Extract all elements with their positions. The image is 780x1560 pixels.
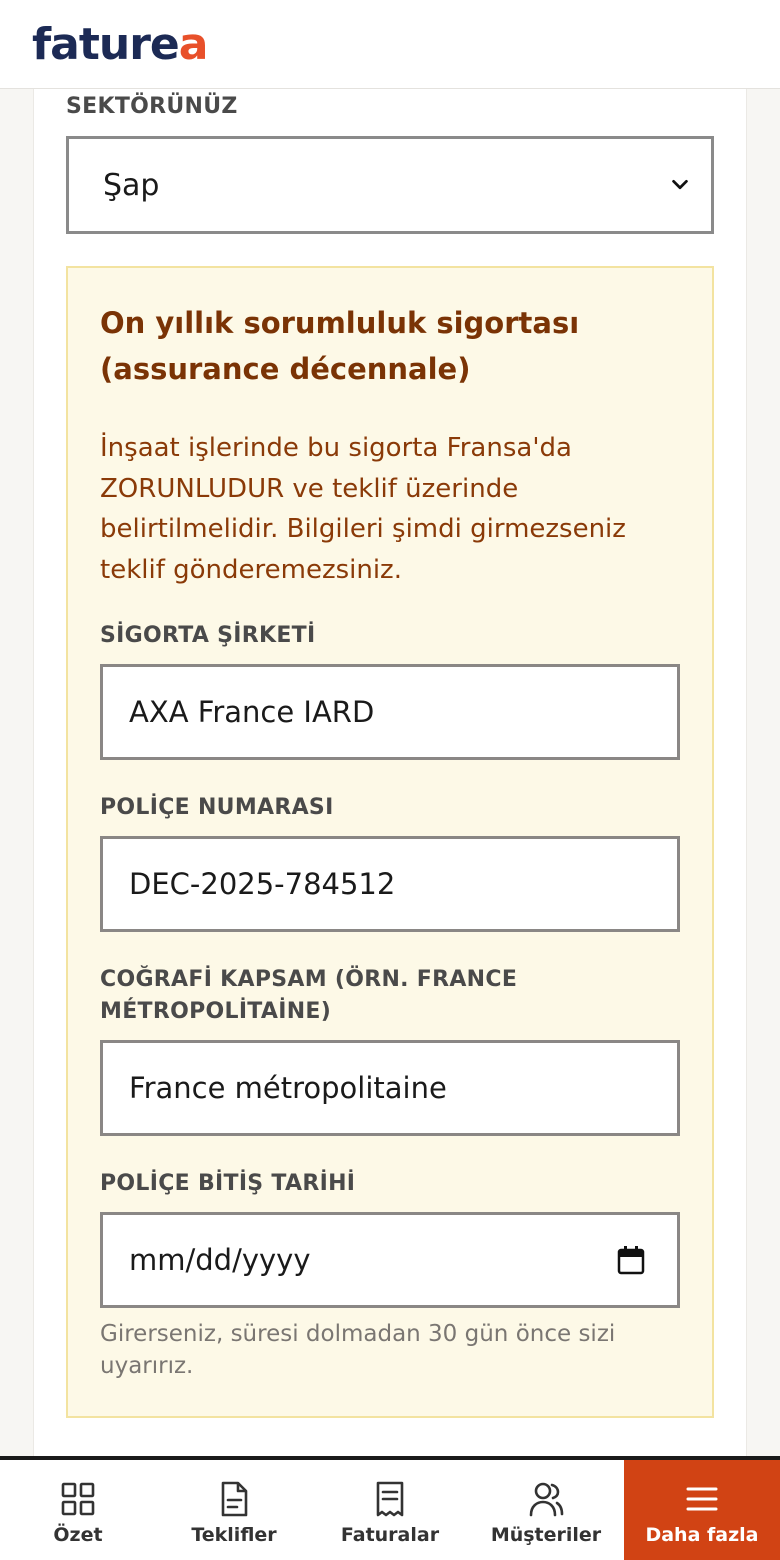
nav-label: Daha fazla xyxy=(645,1524,759,1546)
policy-expiry-label: POLİÇE BİTİŞ TARİHİ xyxy=(100,1171,356,1196)
calendar-icon[interactable] xyxy=(617,1245,645,1275)
nav-label: Özet xyxy=(53,1524,103,1546)
policy-number-label: POLİÇE NUMARASI xyxy=(100,795,334,820)
sector-label: SEKTÖRÜNÜZ xyxy=(66,94,238,119)
nav-label: Faturalar xyxy=(340,1524,440,1546)
logo-main: fature xyxy=(32,18,180,70)
policy-number-value: DEC-2025-784512 xyxy=(129,867,396,901)
coverage-scope-value: France métropolitaine xyxy=(129,1071,447,1105)
top-bar: faturea xyxy=(0,0,780,89)
insurance-notice-text: İnşaat işlerinde bu sigorta Fransa'da ZO… xyxy=(100,433,626,585)
menu-icon xyxy=(686,1487,718,1511)
nav-item-quotes[interactable]: Teklifler xyxy=(156,1460,312,1560)
sector-select-value: Şap xyxy=(103,167,160,203)
insurance-notice-title: On yıllık sorumluluk sigortası (assuranc… xyxy=(100,306,580,386)
users-icon xyxy=(529,1482,564,1517)
insurance-company-input[interactable]: AXA France IARD xyxy=(100,664,680,760)
receipt-icon xyxy=(376,1481,404,1517)
nav-label: Teklifler xyxy=(191,1524,277,1546)
coverage-scope-input[interactable]: France métropolitaine xyxy=(100,1040,680,1136)
policy-expiry-placeholder: mm/dd/yyyy xyxy=(129,1243,311,1277)
app-logo[interactable]: faturea xyxy=(32,18,209,70)
bottom-navigation: Özet Teklifler Faturalar Müşteriler Daha… xyxy=(0,1456,780,1560)
insurance-company-label: SİGORTA ŞİRKETİ xyxy=(100,623,316,648)
grid-icon xyxy=(61,1482,95,1516)
sector-select[interactable]: Şap xyxy=(66,136,714,234)
nav-item-more[interactable]: Daha fazla xyxy=(624,1460,780,1560)
coverage-scope-label: COĞRAFİ KAPSAM (ÖRN. FRANCE MÉTROPOLİTAİ… xyxy=(100,967,518,1024)
logo-accent: a xyxy=(178,18,209,70)
nav-label: Müşteriler xyxy=(490,1524,602,1546)
policy-expiry-date-input[interactable]: mm/dd/yyyy xyxy=(100,1212,680,1308)
nav-item-summary[interactable]: Özet xyxy=(0,1460,156,1560)
policy-number-input[interactable]: DEC-2025-784512 xyxy=(100,836,680,932)
insurance-company-value: AXA France IARD xyxy=(129,695,375,729)
nav-item-customers[interactable]: Müşteriler xyxy=(468,1460,624,1560)
nav-item-invoices[interactable]: Faturalar xyxy=(312,1460,468,1560)
policy-expiry-hint: Girerseniz, süresi dolmadan 30 gün önce … xyxy=(100,1321,616,1379)
chevron-down-icon xyxy=(672,179,688,190)
document-icon xyxy=(221,1481,248,1517)
